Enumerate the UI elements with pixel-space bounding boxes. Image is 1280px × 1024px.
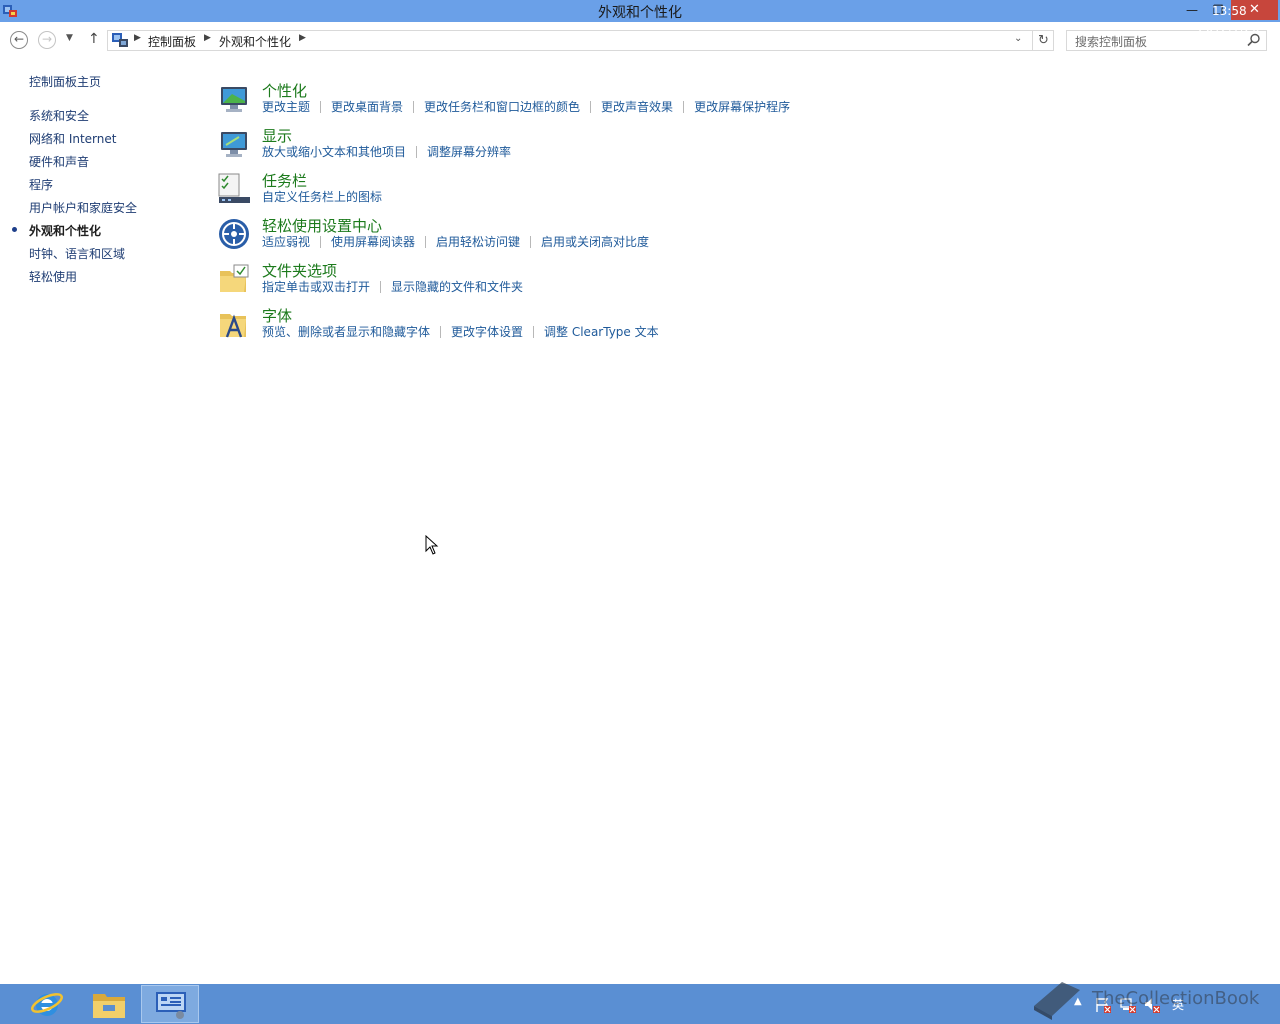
category-links: 放大或缩小文本和其他项目 调整屏幕分辨率	[262, 143, 511, 160]
category-links: 指定单击或双击打开 显示隐藏的文件和文件夹	[262, 278, 523, 295]
back-button[interactable]: ←	[10, 31, 28, 49]
link-low-vision[interactable]: 适应弱视	[262, 233, 310, 250]
search-icon[interactable]	[1247, 33, 1261, 47]
link-screen-reader[interactable]: 使用屏幕阅读器	[331, 233, 415, 250]
personalization-icon[interactable]	[218, 83, 250, 115]
breadcrumb-separator-icon[interactable]: ▶	[134, 33, 141, 43]
link-divider	[416, 146, 418, 158]
folder-options-icon[interactable]	[218, 263, 250, 295]
category-links: 自定义任务栏上的图标	[262, 188, 382, 205]
sidebar-item-appearance[interactable]: 外观和个性化	[29, 222, 101, 239]
link-divider	[683, 101, 685, 113]
mouse-cursor-icon	[425, 535, 439, 555]
clock-time[interactable]: 13:58	[1212, 4, 1247, 18]
control-panel-icon	[156, 992, 186, 1019]
watermark-book-icon	[1034, 982, 1080, 1020]
title-bar: 外观和个性化 — ❐ ✕	[0, 0, 1280, 22]
link-divider	[413, 101, 415, 113]
link-change-sound-effects[interactable]: 更改声音效果	[601, 98, 673, 115]
link-divider	[320, 101, 322, 113]
taskbar-icon[interactable]	[218, 173, 250, 205]
link-divider	[533, 326, 535, 338]
fonts-icon[interactable]	[218, 308, 250, 340]
window-title: 外观和个性化	[598, 5, 682, 21]
taskbar-file-explorer[interactable]	[80, 985, 138, 1023]
recent-locations-chevron-icon[interactable]: ▼	[66, 33, 73, 43]
link-show-hidden-files[interactable]: 显示隐藏的文件和文件夹	[391, 278, 523, 295]
display-icon[interactable]	[218, 128, 250, 160]
taskbar: ▲ 英	[0, 984, 1280, 1024]
link-change-desktop-background[interactable]: 更改桌面背景	[331, 98, 403, 115]
file-explorer-icon	[93, 994, 125, 1018]
link-change-window-colors[interactable]: 更改任务栏和窗口边框的颜色	[424, 98, 580, 115]
minimize-button[interactable]: —	[1179, 0, 1205, 20]
sidebar-item-ease-of-access[interactable]: 轻松使用	[29, 268, 77, 285]
breadcrumb-separator-icon[interactable]: ▶	[299, 33, 306, 43]
category-links: 适应弱视 使用屏幕阅读器 启用轻松访问键 启用或关闭高对比度	[262, 233, 649, 250]
link-screen-resolution[interactable]: 调整屏幕分辨率	[427, 143, 511, 160]
breadcrumb-separator-icon[interactable]: ▶	[204, 33, 211, 43]
link-divider	[380, 281, 382, 293]
link-high-contrast[interactable]: 启用或关闭高对比度	[541, 233, 649, 250]
category-links: 更改主题 更改桌面背景 更改任务栏和窗口边框的颜色 更改声音效果 更改屏幕保护程序	[262, 98, 790, 115]
breadcrumb-control-panel[interactable]: 控制面板	[148, 33, 196, 50]
link-cleartype[interactable]: 调整 ClearType 文本	[544, 323, 659, 340]
link-change-screen-saver[interactable]: 更改屏幕保护程序	[694, 98, 790, 115]
sidebar-item-programs[interactable]: 程序	[29, 176, 53, 193]
sidebar-item-hardware-sound[interactable]: 硬件和声音	[29, 153, 89, 170]
link-divider	[440, 326, 442, 338]
sidebar-item-user-accounts[interactable]: 用户帐户和家庭安全	[29, 199, 137, 216]
sidebar-item-system-security[interactable]: 系统和安全	[29, 107, 89, 124]
taskbar-control-panel[interactable]	[141, 985, 199, 1023]
link-font-settings[interactable]: 更改字体设置	[451, 323, 523, 340]
link-customize-taskbar-icons[interactable]: 自定义任务栏上的图标	[262, 188, 382, 205]
address-dropdown-icon[interactable]: ⌄	[1014, 33, 1022, 44]
forward-button[interactable]: →	[38, 31, 56, 49]
clock-date[interactable]: 2012/7/26	[1198, 21, 1260, 35]
link-divider	[425, 236, 427, 248]
control-panel-location-icon	[112, 33, 128, 47]
link-divider	[320, 236, 322, 248]
taskbar-internet-explorer[interactable]	[18, 985, 76, 1023]
address-bar[interactable]: ▶ 控制面板 ▶ 外观和个性化 ▶ ⌄ ↻	[107, 30, 1054, 51]
sidebar-item-network-internet[interactable]: 网络和 Internet	[29, 130, 116, 147]
link-text-size[interactable]: 放大或缩小文本和其他项目	[262, 143, 406, 160]
link-manage-fonts[interactable]: 预览、删除或者显示和隐藏字体	[262, 323, 430, 340]
ease-of-access-icon[interactable]	[218, 218, 250, 250]
category-links: 预览、删除或者显示和隐藏字体 更改字体设置 调整 ClearType 文本	[262, 323, 659, 340]
link-divider	[530, 236, 532, 248]
link-divider	[590, 101, 592, 113]
watermark-text: TheCollectionBook	[1092, 988, 1260, 1009]
refresh-icon[interactable]: ↻	[1032, 31, 1054, 50]
link-change-theme[interactable]: 更改主题	[262, 98, 310, 115]
control-panel-home-link[interactable]: 控制面板主页	[29, 73, 101, 90]
current-item-bullet-icon	[12, 227, 17, 232]
breadcrumb-appearance[interactable]: 外观和个性化	[219, 33, 291, 50]
link-access-keys[interactable]: 启用轻松访问键	[436, 233, 520, 250]
up-arrow-icon[interactable]: ↑	[88, 31, 100, 47]
link-single-double-click[interactable]: 指定单击或双击打开	[262, 278, 370, 295]
internet-explorer-icon	[31, 993, 63, 1016]
sidebar-item-clock-language[interactable]: 时钟、语言和区域	[29, 245, 125, 262]
